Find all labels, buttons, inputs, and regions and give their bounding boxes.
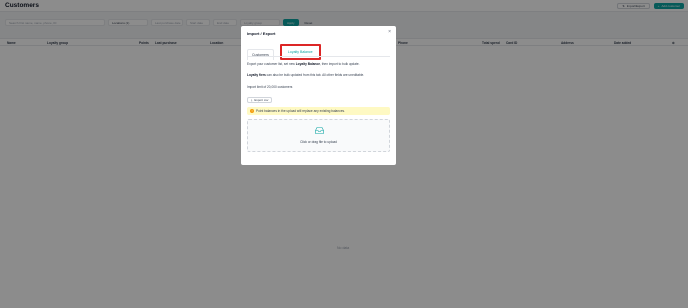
tab-customers[interactable]: Customers [247, 49, 274, 60]
inbox-icon [315, 127, 324, 134]
import-export-modal: Import / Export × Customers Loyalty Bala… [241, 26, 396, 165]
export-csv-button[interactable]: ⤓ Export csv [247, 97, 273, 103]
tab-loyalty-balance[interactable]: Loyalty Balance [279, 44, 321, 60]
tab-divider [247, 56, 390, 57]
upload-text: Click or drag file to upload [300, 140, 337, 144]
fields-text: Loyalty fiers can also be bulk updated f… [247, 73, 365, 77]
warning-text: Point balances in the upload will replac… [256, 109, 345, 113]
file-upload-dropzone[interactable]: Click or drag file to upload [247, 119, 390, 152]
export-csv-label: Export csv [254, 98, 269, 102]
warning-alert: ! Point balances in the upload will repl… [247, 107, 390, 115]
download-icon: ⤓ [251, 98, 253, 102]
modal-title: Import / Export [247, 31, 276, 36]
import-limit-text: Import limit of 20,000 customers [247, 85, 293, 89]
warning-icon: ! [250, 109, 254, 113]
intro-text: Export your customer list, set new Loyal… [247, 62, 360, 66]
modal-tabs: Customers Loyalty Balance [247, 44, 321, 60]
close-icon[interactable]: × [388, 30, 391, 35]
